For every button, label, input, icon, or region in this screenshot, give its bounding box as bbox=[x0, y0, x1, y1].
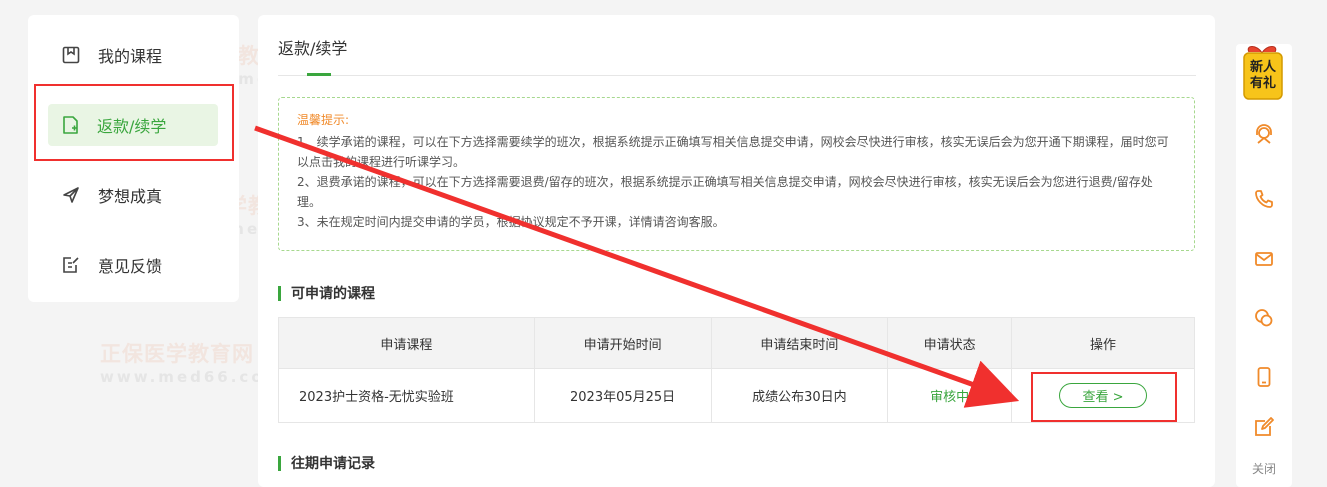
note-button[interactable] bbox=[1236, 408, 1292, 450]
gift-label-line2: 有礼 bbox=[1249, 76, 1276, 91]
page-title: 返款/续学 bbox=[278, 39, 348, 58]
start-date: 2023年05月25日 bbox=[533, 368, 712, 423]
sidebar-item-label: 意见反馈 bbox=[98, 257, 163, 276]
customer-service-button[interactable] bbox=[1236, 116, 1292, 158]
history-section-heading: 往期申请记录 bbox=[278, 453, 375, 473]
phone-button[interactable] bbox=[1236, 180, 1292, 222]
column-header: 操作 bbox=[1011, 317, 1195, 369]
mail-button[interactable] bbox=[1236, 240, 1292, 282]
sidebar-item-label: 梦想成真 bbox=[98, 187, 163, 206]
phone-icon bbox=[1253, 188, 1275, 214]
section-marker bbox=[278, 285, 281, 301]
chat-icon bbox=[1253, 307, 1275, 333]
notice-line: 1、续学承诺的课程，可以在下方选择需要续学的班次，根据系统提示正确填写相关信息提… bbox=[297, 135, 1169, 169]
title-divider bbox=[278, 75, 1196, 76]
chat-button[interactable] bbox=[1236, 299, 1292, 341]
section-marker bbox=[278, 455, 281, 471]
watermark: 正保医学教育网 www.med66.com bbox=[40, 338, 283, 386]
bookmark-icon bbox=[60, 44, 82, 66]
close-toolbar-button[interactable]: 关闭 bbox=[1236, 460, 1292, 477]
column-header: 申请课程 bbox=[278, 317, 535, 369]
mobile-icon bbox=[1253, 366, 1275, 392]
note-icon bbox=[1253, 416, 1275, 442]
section-title: 往期申请记录 bbox=[291, 456, 375, 472]
sidebar-item-my-courses[interactable]: 我的课程 bbox=[28, 34, 239, 76]
right-toolbar: 关闭 bbox=[1236, 44, 1292, 487]
notice-box: 温馨提示: 1、续学承诺的课程，可以在下方选择需要续学的班次，根据系统提示正确填… bbox=[278, 97, 1195, 251]
column-header: 申请结束时间 bbox=[710, 317, 889, 369]
available-section-heading: 可申请的课程 bbox=[278, 283, 375, 303]
column-header: 申请开始时间 bbox=[533, 317, 712, 369]
mail-icon bbox=[1253, 248, 1275, 274]
gift-label-line1: 新人 bbox=[1249, 60, 1276, 75]
watermark-text: 正保医学教育网 bbox=[100, 342, 254, 366]
end-date: 成绩公布30日内 bbox=[710, 368, 889, 423]
section-title: 可申请的课程 bbox=[291, 286, 375, 302]
mobile-button[interactable] bbox=[1236, 358, 1292, 400]
sidebar-item-label: 我的课程 bbox=[98, 47, 163, 66]
sidebar-item-feedback[interactable]: 意见反馈 bbox=[28, 244, 239, 286]
headset-icon bbox=[1253, 124, 1275, 150]
status-text: 审核中 bbox=[887, 368, 1013, 423]
notice-line: 3、未在规定时间内提交申请的学员，根据协议规定不予开课，详情请咨询客服。 bbox=[297, 215, 725, 229]
paper-plane-icon bbox=[60, 184, 82, 206]
notice-line: 2、退费承诺的课程，可以在下方选择需要退费/留存的班次，根据系统提示正确填写相关… bbox=[297, 175, 1153, 209]
sidebar-item-dream[interactable]: 梦想成真 bbox=[28, 174, 239, 216]
new-user-gift-button[interactable]: 新人 有礼 bbox=[1235, 44, 1291, 102]
highlight-box-view bbox=[1031, 372, 1177, 422]
notice-heading: 温馨提示: bbox=[297, 113, 350, 127]
column-header: 申请状态 bbox=[887, 317, 1013, 369]
edit-feedback-icon bbox=[60, 254, 82, 276]
course-name: 2023护士资格-无忧实验班 bbox=[278, 368, 535, 423]
watermark-url: www.med66.com bbox=[100, 368, 284, 386]
title-underline bbox=[307, 73, 331, 76]
highlight-box-sidebar bbox=[34, 84, 234, 161]
table-header-row: 申请课程 申请开始时间 申请结束时间 申请状态 操作 bbox=[278, 317, 1195, 369]
